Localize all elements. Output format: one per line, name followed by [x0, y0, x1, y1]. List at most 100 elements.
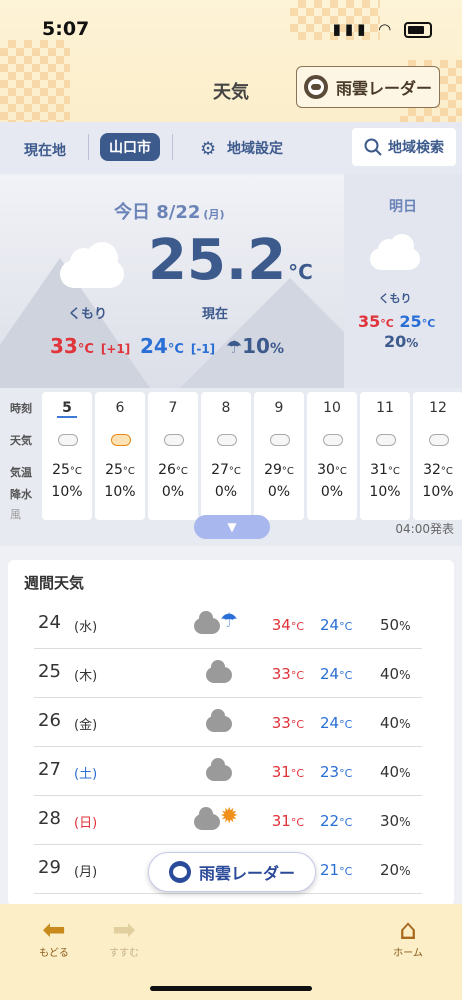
- arrow-right-icon: ➡: [112, 913, 136, 946]
- week-row[interactable]: 27 (土) 31°C 23°C 40%: [34, 747, 422, 796]
- signal-icon: ▮▮▮: [332, 20, 370, 38]
- week-pop: 40%: [380, 665, 411, 683]
- region-search-label: 地域検索: [388, 140, 444, 156]
- chevron-down-icon: ▼: [227, 520, 237, 534]
- issued-time: 04:00発表: [395, 522, 454, 536]
- now-label: 現在: [202, 307, 229, 322]
- today-weather: くもり: [68, 307, 108, 322]
- row-label-rain: 降水: [10, 488, 32, 501]
- home-indicator: [150, 986, 312, 991]
- hour-rain: 0%: [320, 484, 344, 500]
- forward-button[interactable]: ➡ すすむ: [94, 913, 154, 960]
- hour-label: 8: [221, 400, 231, 416]
- cloud-icon: [323, 434, 343, 446]
- week-low: 23°C: [320, 763, 353, 781]
- gear-icon: ⚙: [200, 138, 217, 160]
- cloud-icon: [370, 234, 420, 270]
- hour-temp: 32°C: [423, 462, 453, 478]
- region-search-button[interactable]: 地域検索: [352, 128, 456, 166]
- arrow-left-icon: ⬅: [42, 913, 66, 946]
- week-day: 27: [38, 759, 61, 780]
- home-icon: ⌂: [399, 913, 417, 946]
- home-button[interactable]: ⌂ ホーム: [378, 913, 438, 960]
- week-row[interactable]: 26 (金) 33°C 24°C 40%: [34, 698, 422, 747]
- week-low: 22°C: [320, 812, 353, 830]
- radar-icon: [303, 75, 328, 99]
- week-low: 24°C: [320, 616, 353, 634]
- hour-label: 11: [376, 400, 394, 416]
- radar-button[interactable]: 雨雲レーダー: [296, 66, 440, 108]
- week-pop: 50%: [380, 616, 411, 634]
- cloud-icon: [60, 242, 124, 288]
- week-dow: (金): [74, 718, 98, 733]
- battery-icon: [404, 21, 432, 38]
- mountain-bg: [180, 278, 344, 388]
- today-high: 33°C [+1]: [50, 334, 131, 358]
- hour-temp: 29°C: [264, 462, 294, 478]
- cloud-icon: [58, 434, 78, 446]
- cloud-icon: [270, 434, 290, 446]
- floating-radar-button[interactable]: 雨雲レーダー: [148, 852, 316, 892]
- tab-current-location[interactable]: 現在地: [24, 140, 66, 160]
- hour-temp: 25°C: [52, 462, 82, 478]
- current-temp: 25.2 °C: [148, 228, 313, 293]
- hour-temp: 25°C: [105, 462, 135, 478]
- week-pop: 40%: [380, 763, 411, 781]
- hour-rain: 0%: [161, 484, 185, 500]
- wifi-icon: ◠: [378, 20, 396, 38]
- hour-label: 6: [115, 400, 125, 416]
- week-day: 26: [38, 710, 61, 731]
- tomorrow-label: 明日: [389, 199, 417, 215]
- week-day: 25: [38, 661, 61, 682]
- hour-rain: 10%: [369, 484, 401, 500]
- search-icon: [364, 138, 382, 156]
- week-dow: (土): [74, 767, 98, 782]
- row-label-hour: 時刻: [10, 402, 32, 415]
- week-row[interactable]: 25 (木) 33°C 24°C 40%: [34, 649, 422, 698]
- week-pop: 40%: [380, 714, 411, 732]
- tomorrow-temps: 35°C 25°C: [358, 312, 436, 331]
- hour-temp: 31°C: [370, 462, 400, 478]
- week-dow: (水): [74, 620, 98, 635]
- back-label: もどる: [39, 948, 69, 959]
- week-row[interactable]: 24 (水) ☂ 34°C 24°C 50%: [34, 600, 422, 649]
- region-settings-label: 地域設定: [227, 141, 284, 157]
- hour-label: 9: [274, 400, 284, 416]
- tab-yamaguchi[interactable]: 山口市: [100, 133, 160, 161]
- cloud-sun-icon: ✹: [194, 804, 254, 834]
- back-button[interactable]: ⬅ もどる: [24, 913, 84, 960]
- hour-temp: 27°C: [211, 462, 241, 478]
- status-icons: ▮▮▮ ◠: [333, 20, 432, 38]
- umbrella-icon: ☂: [226, 337, 243, 358]
- hour-temp: 30°C: [317, 462, 347, 478]
- cloud-icon: [217, 434, 237, 446]
- week-pop: 20%: [380, 861, 411, 879]
- row-label-temp: 気温: [10, 466, 32, 479]
- weekly-title: 週間天気: [24, 574, 85, 592]
- hour-rain: 10%: [104, 484, 136, 500]
- expand-button[interactable]: ▼: [194, 515, 270, 539]
- cloud-icon: [164, 434, 184, 446]
- week-dow: (日): [74, 816, 98, 831]
- home-label: ホーム: [393, 948, 423, 959]
- radar-icon: [168, 861, 191, 883]
- hour-label: 7: [168, 400, 178, 416]
- hour-label: 12: [429, 400, 447, 416]
- cloud-icon: [194, 755, 254, 785]
- week-low: 24°C: [320, 714, 353, 732]
- region-settings-button[interactable]: ⚙ 地域設定: [200, 138, 283, 160]
- week-dow: (月): [74, 865, 98, 880]
- hour-rain: 10%: [51, 484, 83, 500]
- tomorrow-pop: 20%: [384, 332, 419, 351]
- cloud-icon: [194, 706, 254, 736]
- cloud-icon: [429, 434, 449, 446]
- forward-label: すすむ: [109, 948, 139, 959]
- row-label-weather: 天気: [10, 434, 32, 447]
- week-low: 24°C: [320, 665, 353, 683]
- tomorrow-weather: くもり: [378, 292, 412, 305]
- hour-label: 5: [57, 400, 77, 418]
- floating-radar-label: 雨雲レーダー: [198, 864, 295, 883]
- week-row[interactable]: 28 (日) ✹ 31°C 22°C 30%: [34, 796, 422, 845]
- today-pop: ☂10%: [226, 334, 285, 358]
- hour-label: 10: [323, 400, 341, 416]
